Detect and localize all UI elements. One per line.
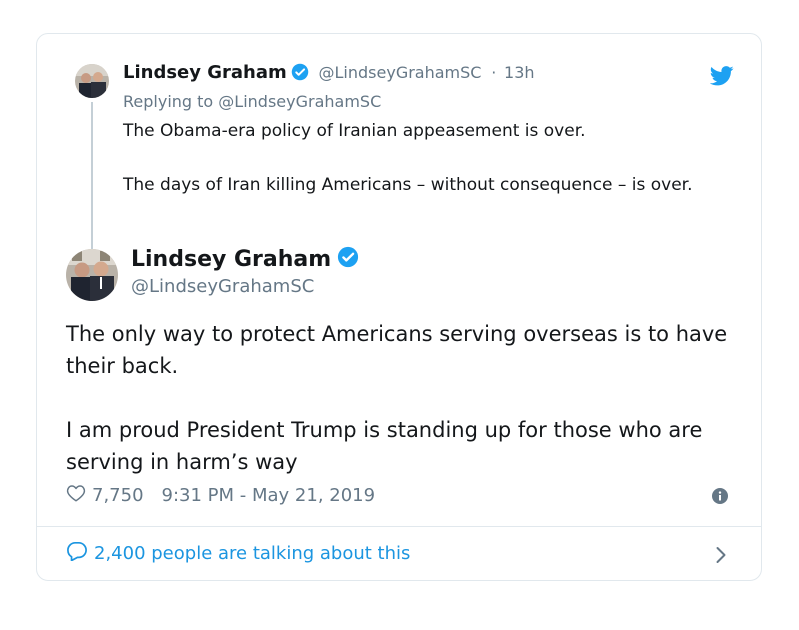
tweet-embed-card: Lindsey Graham @LindseyGrahamSC · 13h Re… bbox=[36, 33, 762, 581]
parent-author-name[interactable]: Lindsey Graham bbox=[123, 62, 287, 83]
tweet-timestamp[interactable]: 9:31 PM - May 21, 2019 bbox=[162, 485, 376, 506]
info-icon[interactable] bbox=[712, 488, 728, 504]
tweet-meta-row: 7,750 9:31 PM - May 21, 2019 bbox=[66, 484, 375, 507]
heart-icon[interactable] bbox=[66, 484, 86, 507]
parent-time-separator: · bbox=[491, 63, 497, 82]
parent-header: Lindsey Graham @LindseyGrahamSC · 13h bbox=[123, 62, 535, 86]
replying-to-label[interactable]: Replying to @LindseyGrahamSC bbox=[123, 92, 381, 111]
conversation-link[interactable]: 2,400 people are talking about this bbox=[66, 541, 410, 566]
main-avatar[interactable] bbox=[66, 249, 118, 301]
talking-about-text[interactable]: 2,400 people are talking about this bbox=[94, 543, 410, 564]
parent-tweet-text: The Obama-era policy of Iranian appeasem… bbox=[123, 121, 693, 195]
verified-badge-icon bbox=[337, 246, 359, 274]
card-divider bbox=[37, 526, 761, 527]
like-count[interactable]: 7,750 bbox=[92, 485, 144, 506]
main-author-handle[interactable]: @LindseyGrahamSC bbox=[131, 276, 314, 297]
twitter-bird-icon[interactable] bbox=[710, 66, 734, 86]
main-author-name[interactable]: Lindsey Graham bbox=[131, 246, 359, 274]
comment-bubble-icon bbox=[66, 541, 88, 566]
thread-connector-line bbox=[91, 102, 93, 250]
main-tweet-text: The only way to protect Americans servin… bbox=[66, 322, 728, 474]
parent-timestamp[interactable]: 13h bbox=[504, 63, 535, 82]
main-author-name-text[interactable]: Lindsey Graham bbox=[131, 247, 331, 272]
chevron-right-icon[interactable] bbox=[715, 545, 727, 565]
parent-author-handle[interactable]: @LindseyGrahamSC bbox=[319, 63, 482, 82]
verified-badge-icon bbox=[291, 63, 309, 86]
parent-avatar[interactable] bbox=[75, 64, 109, 98]
